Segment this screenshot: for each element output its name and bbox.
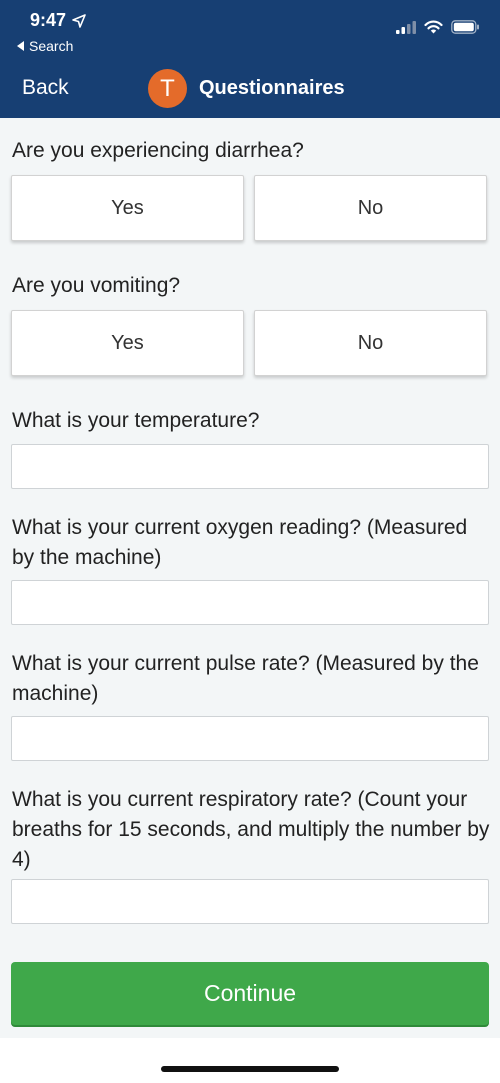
- question-vomiting-label: Are you vomiting?: [12, 274, 181, 297]
- pulse-input[interactable]: [11, 716, 489, 761]
- battery-icon: [451, 20, 479, 34]
- home-indicator[interactable]: [161, 1066, 339, 1072]
- diarrhea-yes-button[interactable]: Yes: [11, 175, 244, 241]
- vomiting-yes-button[interactable]: Yes: [11, 310, 244, 376]
- header: 9:47 Search Back T Questionnaires: [0, 0, 500, 118]
- questionnaire-form: Are you experiencing diarrhea? Yes No Ar…: [0, 118, 500, 1038]
- nav-title-group: T Questionnaires: [148, 69, 345, 108]
- question-pulse-label: What is your current pulse rate? (Measur…: [12, 652, 479, 705]
- temperature-input[interactable]: [11, 444, 489, 489]
- wifi-icon: [424, 20, 443, 34]
- vomiting-no-button[interactable]: No: [254, 310, 487, 376]
- respiratory-input[interactable]: [11, 879, 489, 924]
- status-back-to-app[interactable]: Search: [17, 38, 73, 54]
- bottom-safe-area: [0, 1038, 500, 1083]
- status-time-text: 9:47: [30, 10, 67, 30]
- status-back-label: Search: [29, 38, 74, 54]
- question-temperature-label: What is your temperature?: [12, 409, 260, 432]
- oxygen-input[interactable]: [11, 580, 489, 625]
- question-oxygen-label: What is your current oxygen reading? (Me…: [12, 516, 468, 569]
- question-respiratory-label: What is you current respiratory rate? (C…: [12, 788, 490, 871]
- back-triangle-icon: [17, 41, 24, 51]
- page-title: Questionnaires: [199, 77, 345, 99]
- app-screen: 9:47 Search Back T Questionnaires Are yo…: [0, 0, 500, 1083]
- diarrhea-no-button[interactable]: No: [254, 175, 487, 241]
- status-time: 9:47: [30, 10, 86, 31]
- avatar: T: [148, 69, 187, 108]
- status-icons: [396, 20, 480, 34]
- cellular-signal-icon: [396, 20, 416, 34]
- continue-button[interactable]: Continue: [11, 962, 489, 1025]
- location-arrow-icon: [72, 13, 86, 28]
- question-diarrhea-label: Are you experiencing diarrhea?: [12, 139, 304, 162]
- back-button[interactable]: Back: [22, 76, 69, 100]
